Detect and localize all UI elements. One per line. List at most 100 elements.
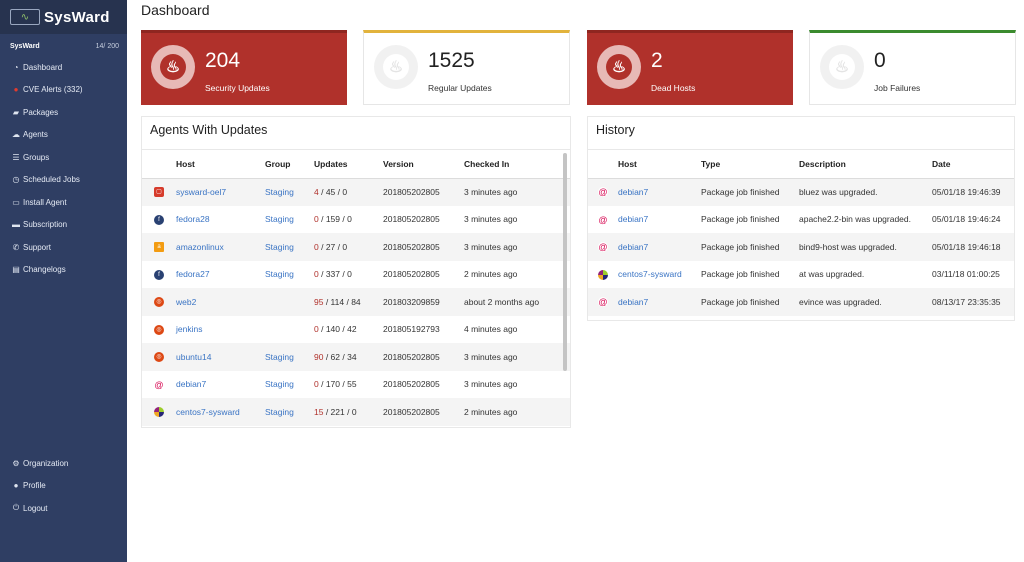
stat-card-regular-updates[interactable]: ♨ 1525 Regular Updates bbox=[363, 30, 570, 105]
agents-panel: Agents With Updates Host Group Updates V… bbox=[141, 116, 571, 428]
host-link[interactable]: debian7 bbox=[618, 288, 701, 316]
sidebar-item-label: Logout bbox=[23, 503, 48, 513]
logo-text: SysWard bbox=[44, 8, 110, 26]
table-row[interactable]: ◎ ubuntu14 Staging 90 / 62 / 34 20180520… bbox=[142, 343, 570, 371]
table-row[interactable]: centos7-sysward Staging 15 / 221 / 0 201… bbox=[142, 398, 570, 426]
checked-in-cell: 3 minutes ago bbox=[464, 178, 570, 206]
sidebar-item-agents[interactable]: ☁ Agents bbox=[0, 124, 127, 147]
table-row[interactable]: f fedora28 Staging 0 / 159 / 0 201805202… bbox=[142, 206, 570, 234]
sidebar-item-groups[interactable]: ☰ Groups bbox=[0, 146, 127, 169]
host-link[interactable]: debian7 bbox=[176, 371, 265, 399]
host-link[interactable]: web2 bbox=[176, 288, 265, 316]
group-link[interactable]: Staging bbox=[265, 343, 314, 371]
group-link[interactable]: Staging bbox=[265, 261, 314, 289]
sidebar-item-label: Packages bbox=[23, 107, 59, 117]
stat-card-dead-hosts[interactable]: ♨ 2 Dead Hosts bbox=[587, 30, 793, 105]
version-cell: 201803209859 bbox=[383, 288, 464, 316]
table-row[interactable]: @ debian7 Package job finished bluez was… bbox=[588, 178, 1014, 206]
org-summary: SysWard 14/ 200 bbox=[0, 34, 127, 50]
agents-scrollbar[interactable] bbox=[563, 153, 567, 371]
table-row[interactable]: @ debian7 Package job finished evince wa… bbox=[588, 288, 1014, 316]
sidebar-item-support[interactable]: ✆ Support bbox=[0, 236, 127, 259]
dashboard-icon: ◔ bbox=[13, 62, 19, 72]
host-link[interactable]: sysward-oel7 bbox=[176, 178, 265, 206]
sidebar-item-dashboard[interactable]: ◔ Dashboard bbox=[0, 56, 127, 79]
column-header[interactable]: Type bbox=[701, 150, 799, 179]
column-header[interactable]: Host bbox=[176, 150, 265, 179]
version-cell: 201805202805 bbox=[383, 269, 440, 280]
sidebar-item-profile[interactable]: ● Profile bbox=[0, 475, 127, 498]
host-link[interactable]: fedora28 bbox=[176, 206, 265, 234]
version-cell: 201805202805 bbox=[383, 233, 464, 261]
table-row[interactable]: @ debian7 Staging 0 / 170 / 55 201805202… bbox=[142, 371, 570, 399]
table-row[interactable]: @ debian7 Package job finished bind9-hos… bbox=[588, 233, 1014, 261]
sidebar-item-scheduled-jobs[interactable]: ◷ Scheduled Jobs bbox=[0, 169, 127, 192]
description-cell: apache2.2-bin was upgraded. bbox=[799, 214, 911, 225]
host-link[interactable]: jenkins bbox=[176, 316, 265, 344]
table-row[interactable]: a amazonlinux Staging 0 / 27 / 0 2018052… bbox=[142, 233, 570, 261]
group-link[interactable]: Staging bbox=[265, 371, 314, 399]
version-cell: 201805202805 bbox=[383, 343, 464, 371]
host-link[interactable]: centos7-sysward bbox=[176, 398, 265, 426]
group-link[interactable]: Staging bbox=[265, 178, 314, 206]
group-link[interactable] bbox=[265, 288, 314, 316]
stat-card-job-failures[interactable]: ♨ 0 Job Failures bbox=[809, 30, 1016, 105]
stat-label: Dead Hosts bbox=[651, 83, 696, 93]
sidebar-item-logout[interactable]: ⏻ Logout bbox=[0, 497, 127, 520]
credit-card-icon: ▬ bbox=[12, 220, 20, 230]
ubuntu-icon: ◎ bbox=[154, 297, 164, 308]
group-link[interactable] bbox=[265, 316, 314, 344]
updates-cell: 90 / 62 / 34 bbox=[314, 343, 383, 371]
group-link[interactable]: Staging bbox=[265, 206, 314, 234]
table-row[interactable]: centos7-sysward Package job finished at … bbox=[588, 261, 1014, 289]
host-link[interactable]: ubuntu14 bbox=[176, 343, 265, 371]
host-link[interactable]: debian7 bbox=[618, 233, 701, 261]
host-link[interactable]: amazonlinux bbox=[176, 233, 265, 261]
sidebar-item-packages[interactable]: ▰ Packages bbox=[0, 101, 127, 124]
sidebar-item-changelogs[interactable]: ▤ Changelogs bbox=[0, 259, 127, 282]
group-link[interactable]: Staging bbox=[265, 398, 314, 426]
logo[interactable]: ∿ SysWard bbox=[0, 0, 127, 34]
debian-icon: @ bbox=[598, 187, 608, 198]
version-cell: 201805202805 bbox=[383, 214, 440, 225]
column-header[interactable]: Version bbox=[383, 150, 464, 179]
sidebar-nav: ◔ Dashboard ● CVE Alerts (332) ▰ Packages ☁… bbox=[0, 56, 127, 281]
host-link[interactable]: centos7-sysward bbox=[618, 261, 701, 289]
sidebar-item-label: Subscription bbox=[23, 220, 68, 230]
table-row[interactable]: @ debian7 Package job finished apache2.2… bbox=[588, 206, 1014, 234]
column-header[interactable]: Description bbox=[799, 150, 932, 179]
phone-icon: ✆ bbox=[12, 242, 20, 252]
checked-in-cell: 3 minutes ago bbox=[464, 233, 570, 261]
column-header[interactable]: Group bbox=[265, 150, 314, 179]
flame-icon: ♨ bbox=[820, 45, 864, 89]
sidebar-item-cve-alerts[interactable]: ● CVE Alerts (332) bbox=[0, 79, 127, 102]
table-row[interactable]: ◎ web2 95 / 114 / 84 201803209859 about … bbox=[142, 288, 570, 316]
column-header[interactable]: Host bbox=[618, 150, 701, 179]
stat-label: Job Failures bbox=[874, 83, 921, 93]
column-header[interactable]: Checked In bbox=[464, 150, 570, 179]
host-link[interactable]: debian7 bbox=[618, 206, 701, 234]
oracle-linux-icon: ▢ bbox=[154, 187, 164, 198]
updates-cell: 4 / 45 / 0 bbox=[314, 178, 383, 206]
date-cell: 08/13/17 23:35:35 bbox=[932, 288, 1014, 316]
flame-icon: ♨ bbox=[597, 45, 641, 89]
stat-card-security-updates[interactable]: ♨ 204 Security Updates bbox=[141, 30, 347, 105]
sidebar-item-label: CVE Alerts (332) bbox=[23, 85, 83, 95]
stat-value: 0 bbox=[874, 49, 886, 72]
column-header[interactable]: Date bbox=[932, 150, 1014, 179]
type-cell: Package job finished bbox=[701, 214, 780, 225]
updates-cell: 0 / 170 / 55 bbox=[314, 379, 357, 390]
sidebar-item-subscription[interactable]: ▬ Subscription bbox=[0, 214, 127, 237]
column-header[interactable]: Updates bbox=[314, 150, 383, 179]
description-cell: bind9-host was upgraded. bbox=[799, 233, 932, 261]
sidebar-item-install-agent[interactable]: ▭ Install Agent bbox=[0, 191, 127, 214]
host-link[interactable]: debian7 bbox=[618, 178, 701, 206]
sidebar-item-organization[interactable]: ⚙ Organization bbox=[0, 452, 127, 475]
table-row[interactable]: f fedora27 Staging 0 / 337 / 0 201805202… bbox=[142, 261, 570, 289]
group-link[interactable]: Staging bbox=[265, 233, 314, 261]
table-row[interactable]: ◎ jenkins 0 / 140 / 42 201805192793 4 mi… bbox=[142, 316, 570, 344]
host-link[interactable]: fedora27 bbox=[176, 261, 265, 289]
table-row[interactable]: ▢ sysward-oel7 Staging 4 / 45 / 0 201805… bbox=[142, 178, 570, 206]
updates-cell: 0 / 27 / 0 bbox=[314, 233, 383, 261]
sidebar-item-label: Agents bbox=[23, 130, 48, 140]
